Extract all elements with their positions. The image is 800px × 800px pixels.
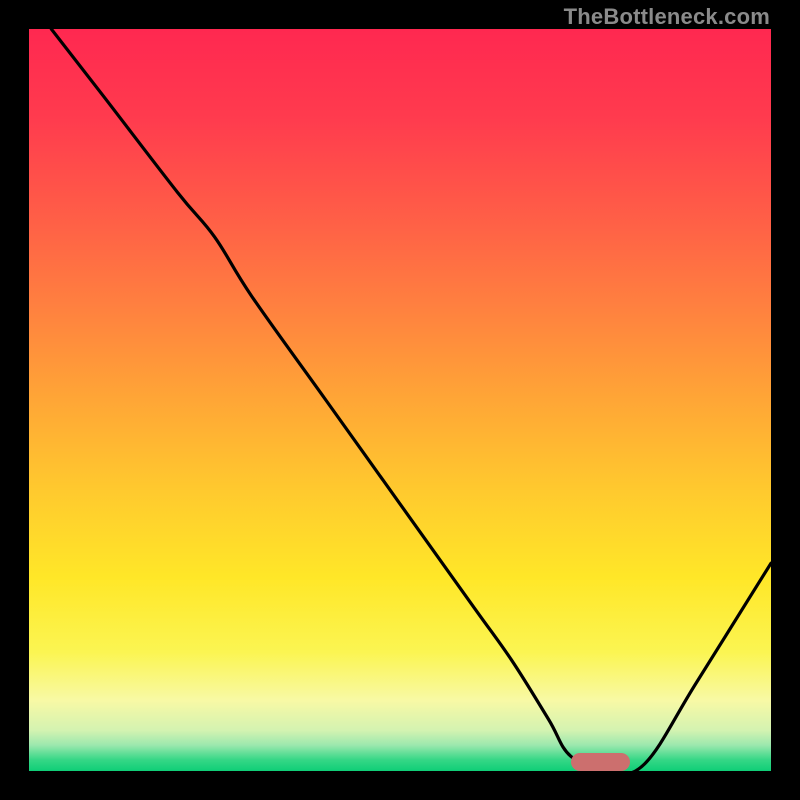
watermark-text: TheBottleneck.com	[564, 4, 770, 30]
plot-area	[29, 29, 771, 771]
optimal-marker	[571, 753, 630, 771]
bottleneck-curve	[29, 29, 771, 771]
chart-frame: TheBottleneck.com	[0, 0, 800, 800]
